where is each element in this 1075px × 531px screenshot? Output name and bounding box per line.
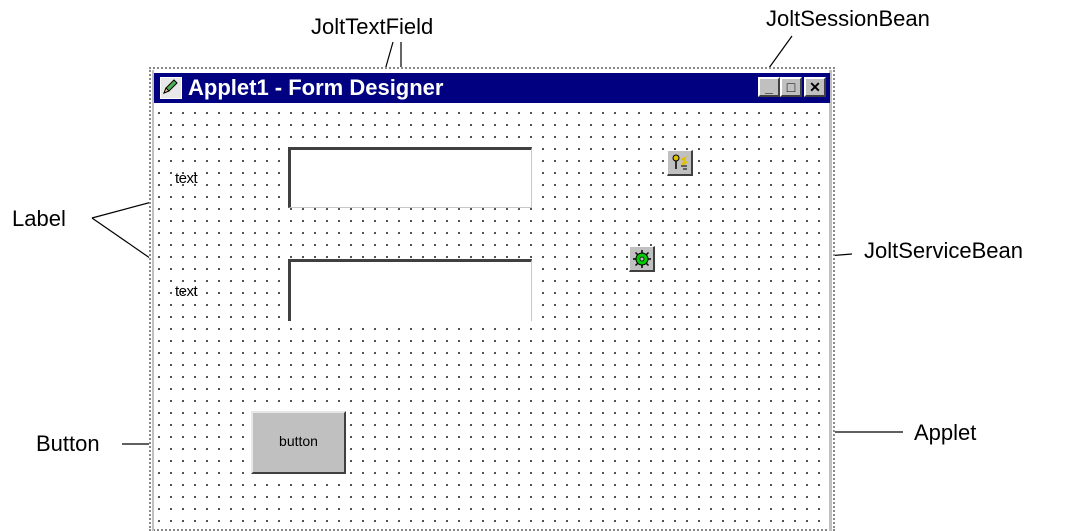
form-label-2[interactable]: text bbox=[175, 283, 198, 300]
callout-jolt-textfield: JoltTextField bbox=[311, 14, 434, 39]
minimize-button[interactable]: _ bbox=[758, 77, 780, 97]
close-button[interactable]: ✕ bbox=[804, 77, 826, 97]
jolt-textfield-2[interactable] bbox=[288, 259, 532, 321]
callout-button: Button bbox=[36, 431, 100, 456]
callout-label: Label bbox=[12, 206, 66, 231]
session-bean-icon bbox=[672, 154, 688, 170]
callout-applet: Applet bbox=[914, 420, 977, 445]
service-bean-icon bbox=[633, 250, 651, 268]
window-title: Applet1 - Form Designer bbox=[188, 75, 444, 100]
callout-jolt-service-bean: JoltServiceBean bbox=[864, 238, 1023, 263]
maximize-button[interactable]: □ bbox=[780, 77, 802, 97]
jolt-textfield-1[interactable] bbox=[288, 147, 532, 208]
window-titlebar[interactable]: Applet1 - Form Designer _ □ ✕ bbox=[154, 73, 830, 103]
applet-button[interactable]: button bbox=[251, 411, 346, 474]
jolt-service-bean[interactable] bbox=[629, 246, 655, 272]
form-label-1[interactable]: text bbox=[175, 170, 198, 187]
pen-icon bbox=[160, 77, 182, 99]
callout-jolt-session-bean: JoltSessionBean bbox=[766, 6, 930, 31]
jolt-session-bean[interactable] bbox=[667, 150, 693, 176]
